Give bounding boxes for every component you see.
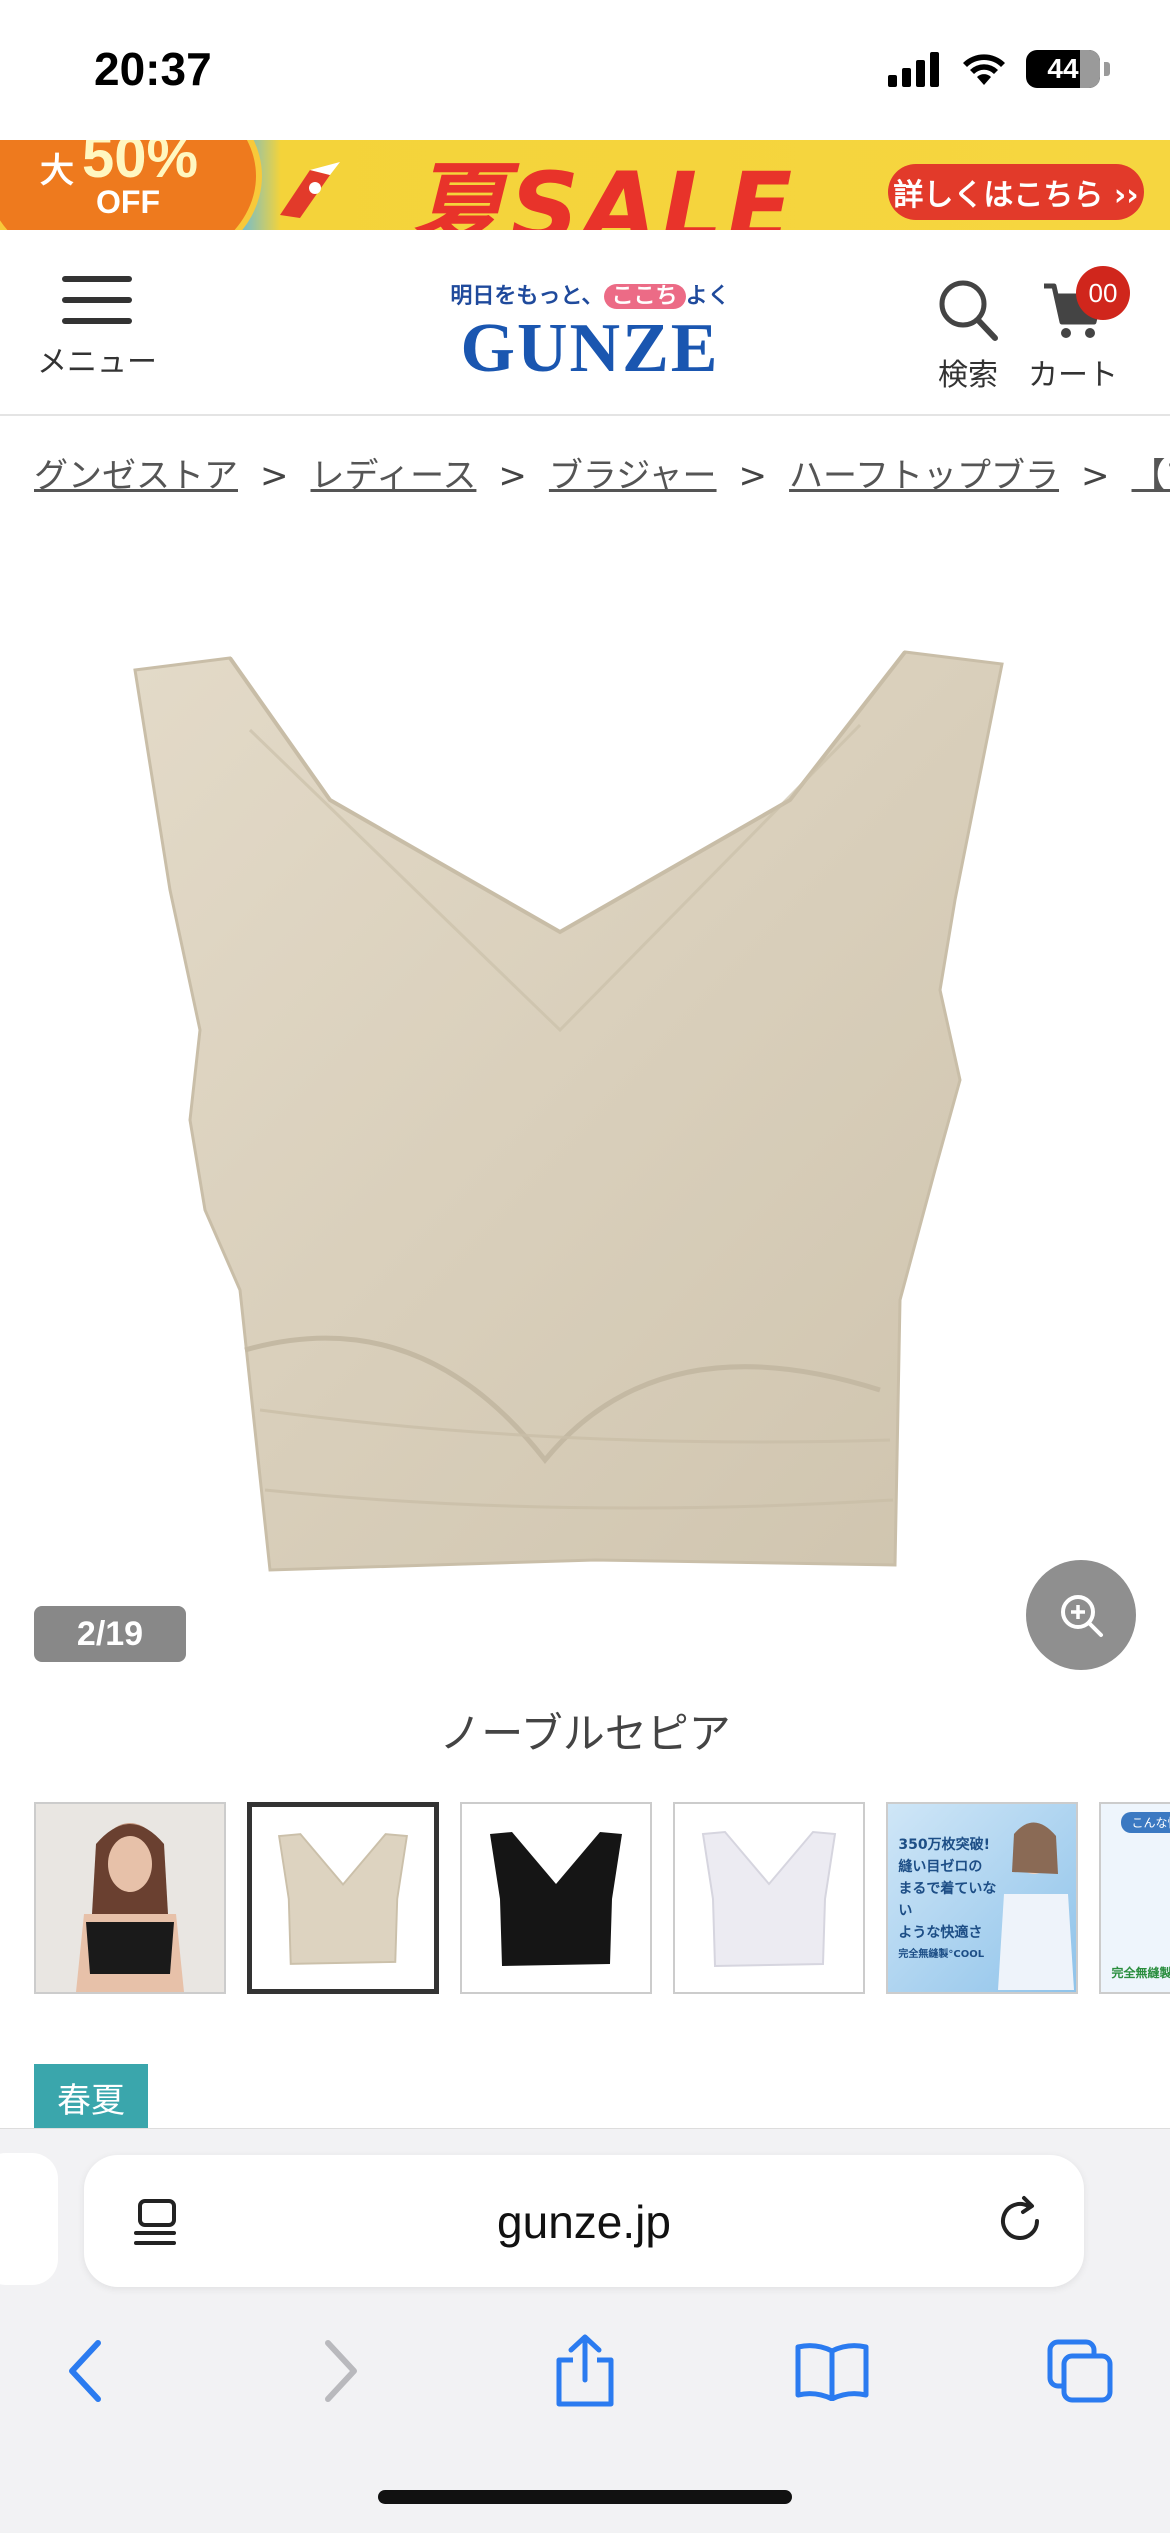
previous-tab-stub[interactable] — [0, 2153, 58, 2285]
reload-icon[interactable] — [994, 2195, 1046, 2247]
cart-count-badge: 00 — [1076, 266, 1130, 320]
promo-header: こんな悩み — [1121, 1812, 1170, 1833]
chevron-left-icon — [69, 2340, 101, 2402]
logo-tagline-b: ここち — [603, 284, 686, 309]
breadcrumb-item-product[interactable]: 【ひんやり — [1132, 456, 1170, 496]
logo-tagline: 明日をもっと、 ここち よく — [440, 278, 740, 310]
battery-tip — [1104, 62, 1110, 76]
model-photo-icon — [998, 1822, 1075, 1990]
cart-label: カート — [1028, 358, 1118, 393]
forward-button[interactable] — [300, 2331, 380, 2411]
thumbnail-sepia[interactable] — [247, 1802, 440, 1994]
breadcrumb-separator: > — [498, 456, 527, 496]
promo-line: 縫い目ゼロの — [898, 1859, 983, 1875]
zoom-button[interactable] — [1026, 1560, 1136, 1670]
breadcrumb-separator: > — [260, 456, 289, 496]
breadcrumb-separator: > — [738, 456, 768, 496]
battery-icon: 44 — [1026, 50, 1100, 88]
breadcrumb-item-store[interactable]: グンゼストア — [34, 456, 238, 496]
search-icon — [939, 280, 998, 341]
logo-tagline-c: よく — [685, 284, 730, 309]
breadcrumb: グンゼストア > レディース > ブラジャー > ハーフトップブラ > 【ひんやり — [34, 448, 1170, 498]
breadcrumb-separator: > — [1081, 456, 1110, 496]
tabs-button[interactable] — [1040, 2331, 1120, 2411]
promo-line: 350万枚突破! — [898, 1837, 990, 1853]
breadcrumb-item-ladies[interactable]: レディース — [311, 456, 477, 496]
thumbnail-white[interactable] — [673, 1802, 866, 1994]
cellular-signal-icon — [888, 52, 939, 87]
white-bra-thumb-icon — [702, 1830, 837, 1968]
logo-wordmark: GUNZE — [460, 310, 720, 387]
status-time: 20:37 — [94, 43, 212, 95]
model-photo-icon — [36, 1804, 224, 1992]
browser-nav-row — [0, 2319, 1170, 2419]
share-button[interactable] — [545, 2331, 625, 2411]
home-indicator — [378, 2490, 792, 2504]
share-icon — [556, 2334, 614, 2407]
promo-line: 完全無縫製°COOL — [898, 1949, 985, 1960]
hamburger-icon — [62, 276, 132, 324]
search-label: 検索 — [938, 358, 998, 393]
status-icons: 44 — [888, 50, 1110, 88]
thumbnail-black[interactable] — [460, 1802, 653, 1994]
thumbnail-model-black[interactable] — [34, 1802, 226, 1994]
breadcrumb-item-half-top[interactable]: ハーフトップブラ — [789, 456, 1059, 496]
thumbnail-promo-350[interactable]: 350万枚突破! 縫い目ゼロの まるで着ていない ような快適さ 完全無縫製°CO… — [886, 1802, 1079, 1994]
sale-details-button[interactable]: 詳しくはこちら ›› — [888, 164, 1144, 220]
black-bra-thumb-icon — [490, 1832, 623, 1966]
rocket-icon — [280, 162, 340, 218]
book-icon — [795, 2343, 869, 2401]
logo-tagline-a: 明日をもっと、 — [450, 284, 604, 309]
browser-toolbar: gunze.jp — [0, 2128, 1170, 2533]
battery-level: 44 — [1047, 53, 1079, 84]
bookmarks-button[interactable] — [792, 2331, 872, 2411]
url-text: gunze.jp — [497, 2196, 671, 2248]
image-page-counter: 2/19 — [34, 1606, 186, 1662]
sale-off-label: OFF — [96, 184, 160, 220]
breadcrumb-item-bra[interactable]: ブラジャー — [549, 456, 717, 496]
sepia-bra-illustration — [133, 650, 1004, 1572]
summer-sale-banner[interactable]: 大 50% OFF 夏SALE 詳しくはこちら ›› — [0, 140, 1170, 230]
promo-line: ような快適さ — [898, 1925, 983, 1941]
wifi-icon — [963, 54, 1005, 85]
chevron-right-icon — [325, 2340, 357, 2402]
season-badge: 春夏 — [34, 2064, 148, 2130]
search-button[interactable]: 検索 — [928, 278, 1008, 394]
menu-button[interactable]: メニュー — [34, 276, 160, 381]
gunze-logo[interactable]: 明日をもっと、 ここち よく GUNZE — [440, 278, 740, 384]
thumbnail-promo-2[interactable]: こんな悩み 完全無縫製°C — [1099, 1802, 1170, 1994]
menu-label: メニュー — [37, 345, 157, 380]
product-main-image[interactable] — [0, 560, 1170, 1700]
thumbnail-strip: 350万枚突破! 縫い目ゼロの まるで着ていない ような快適さ 完全無縫製°CO… — [34, 1802, 1170, 1998]
sepia-bra-thumb-icon — [278, 1833, 409, 1965]
status-bar: 20:37 44 — [0, 0, 1170, 140]
promo-footer: 完全無縫製°C — [1111, 1966, 1170, 1980]
promo-text: 350万枚突破! 縫い目ゼロの まるで着ていない ような快適さ 完全無縫製°CO… — [898, 1834, 998, 1966]
site-header: メニュー 明日をもっと、 ここち よく GUNZE 検索 00 カート — [0, 230, 1170, 416]
zoom-in-icon — [1061, 1595, 1103, 1637]
cart-button[interactable]: 00 カート — [1026, 266, 1130, 394]
color-name: ノーブルセピア — [439, 1709, 731, 1758]
sale-prefix: 大 — [40, 152, 74, 190]
back-button[interactable] — [46, 2331, 126, 2411]
promo-line: まるで着ていない — [898, 1881, 997, 1919]
tabs-icon — [1047, 2339, 1113, 2403]
sale-title: 夏SALE — [410, 152, 797, 230]
address-bar[interactable]: gunze.jp — [84, 2155, 1084, 2287]
